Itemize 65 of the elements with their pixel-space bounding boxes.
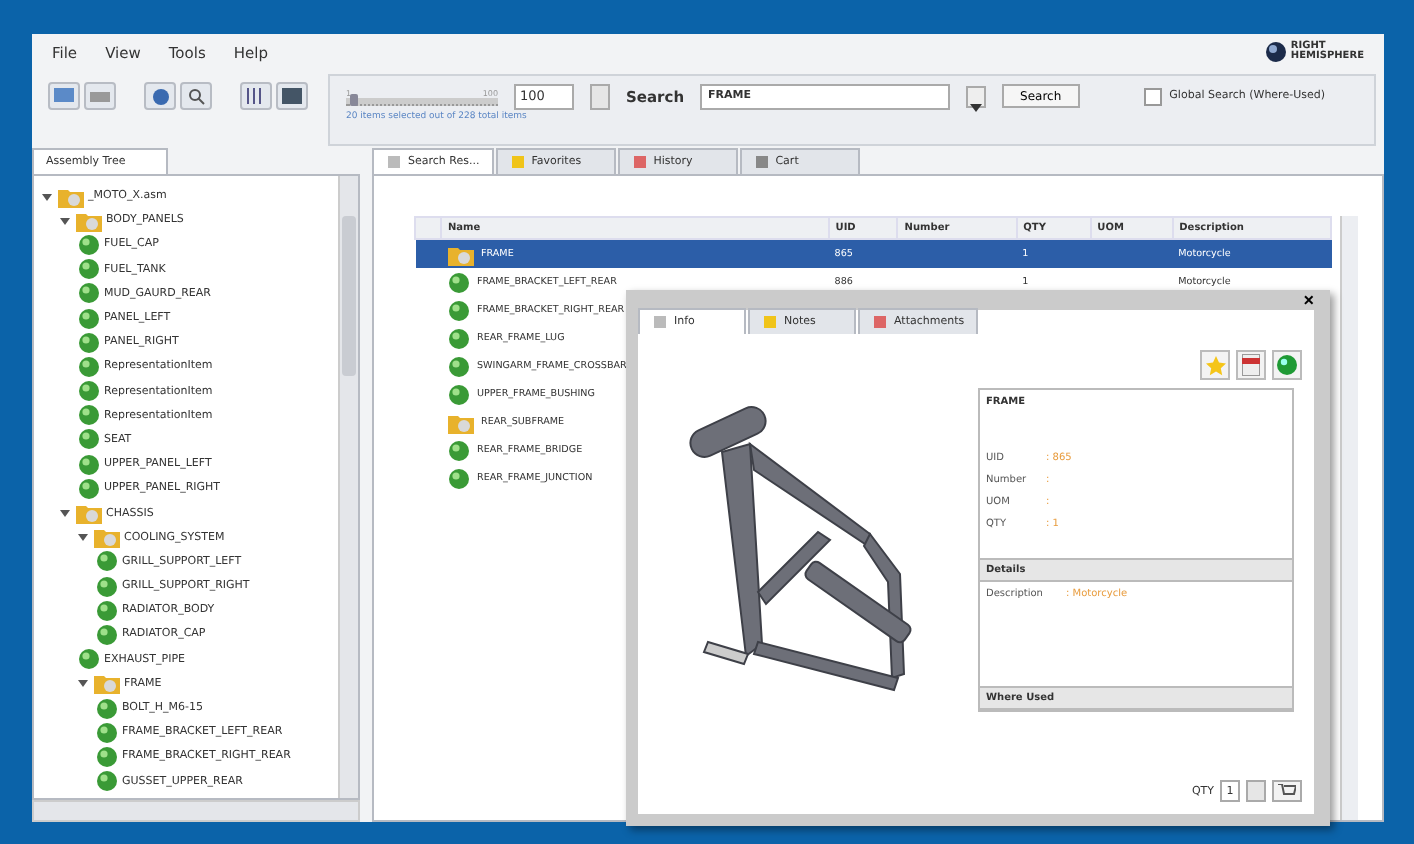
folder-icon — [76, 502, 102, 525]
tab-icon — [509, 154, 526, 170]
part-icon — [447, 439, 469, 461]
tab-icon — [753, 154, 770, 170]
part-icon — [78, 233, 100, 256]
tab-icon — [652, 314, 668, 330]
scrollbar[interactable] — [32, 800, 360, 822]
expanded-triangle-icon[interactable] — [42, 191, 52, 202]
folder-icon — [58, 185, 84, 208]
folder-icon — [94, 672, 120, 695]
expanded-triangle-icon[interactable] — [78, 532, 88, 543]
part-icon — [447, 271, 469, 293]
tab-icon — [762, 314, 778, 330]
columns-icon[interactable] — [240, 82, 272, 110]
part-icon — [96, 623, 118, 646]
globe-logo-icon — [1266, 42, 1287, 62]
part-icon — [96, 745, 118, 768]
part-icon — [78, 380, 100, 403]
scrollbar[interactable] — [338, 176, 358, 798]
part-icon — [78, 355, 100, 378]
part-icon — [78, 258, 100, 281]
checkbox[interactable] — [1143, 87, 1162, 105]
part-icon — [78, 282, 100, 305]
slider-thumb[interactable] — [349, 93, 358, 105]
part-icon — [96, 599, 118, 622]
part-icon — [78, 428, 100, 451]
document-icon[interactable] — [1236, 350, 1266, 380]
tab-icon — [631, 154, 648, 170]
part-icon — [96, 550, 118, 573]
part-icon — [447, 355, 469, 377]
globe-icon[interactable] — [144, 82, 176, 110]
dropdown-icon[interactable] — [966, 85, 987, 107]
close-button[interactable]: × — [1303, 291, 1314, 309]
tab-icon — [386, 154, 402, 170]
part-icon — [78, 477, 100, 500]
part-icon — [78, 404, 100, 427]
part-icon — [447, 383, 469, 405]
part-icon — [78, 453, 100, 476]
part-icon — [78, 331, 100, 354]
cart-icon[interactable] — [1272, 780, 1302, 802]
star-icon[interactable] — [1200, 350, 1230, 380]
folder-icon — [94, 526, 120, 549]
part-icon — [96, 721, 118, 744]
part-icon — [96, 770, 118, 793]
part-icon — [447, 299, 469, 321]
folder-icon — [447, 243, 473, 265]
part-icon — [96, 575, 118, 598]
expanded-triangle-icon[interactable] — [60, 508, 70, 519]
part-icon — [447, 467, 469, 489]
part-icon — [78, 648, 100, 671]
folder-icon — [447, 411, 473, 433]
slider-track[interactable] — [346, 97, 498, 105]
part-icon — [96, 697, 118, 720]
search-icon[interactable] — [180, 82, 212, 110]
part-icon — [447, 327, 469, 349]
expanded-triangle-icon[interactable] — [78, 678, 88, 689]
scrollbar[interactable] — [1340, 216, 1358, 820]
printer-icon[interactable] — [84, 82, 116, 110]
expanded-triangle-icon[interactable] — [60, 215, 70, 226]
part-icon — [78, 307, 100, 330]
image-icon[interactable] — [276, 82, 308, 110]
tab-icon — [872, 314, 888, 330]
globe-icon[interactable] — [1272, 350, 1302, 380]
folder-icon — [76, 209, 102, 232]
monitor-icon[interactable] — [48, 82, 80, 110]
